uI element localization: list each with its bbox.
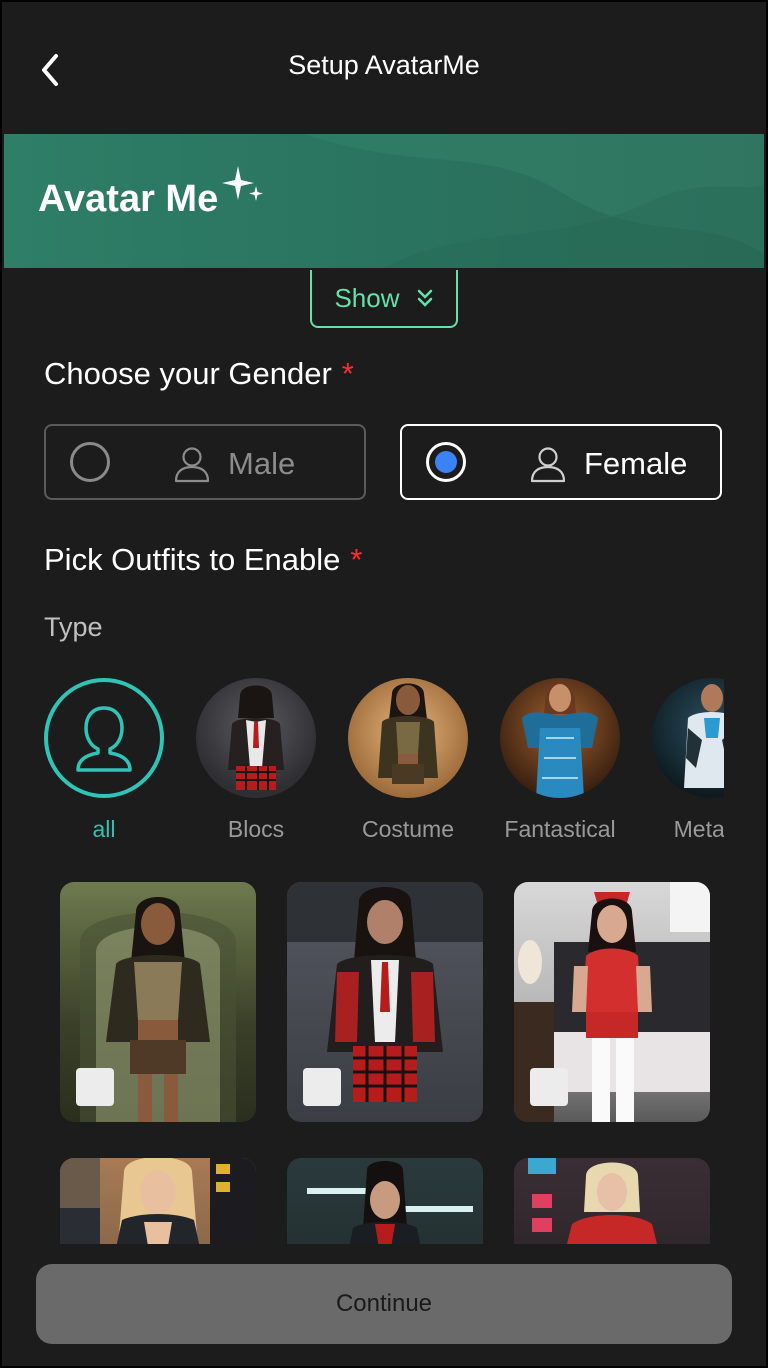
top-bar: Setup AvatarMe xyxy=(2,2,766,132)
outfits-label: Pick Outfits to Enable xyxy=(44,542,341,577)
type-costume-thumbnail xyxy=(348,678,468,798)
type-fantastical-label: Fantastical xyxy=(504,816,616,842)
outfit-figure-image xyxy=(522,683,598,798)
type-blocs[interactable]: Blocs xyxy=(186,674,326,843)
gender-option-male[interactable]: Male xyxy=(44,424,366,500)
required-mark: * xyxy=(341,356,354,391)
outfit-checkbox[interactable] xyxy=(530,1068,568,1106)
sparkle-icon xyxy=(222,166,263,201)
male-label: Male xyxy=(228,446,296,481)
type-costume-label: Costume xyxy=(361,816,455,842)
user-icon xyxy=(530,447,566,483)
type-fantastical-thumbnail xyxy=(500,678,620,798)
outfit-tile[interactable] xyxy=(287,882,483,1122)
outfit-checkbox[interactable] xyxy=(303,1068,341,1106)
outfit-grid xyxy=(2,882,766,1244)
banner-title: Avatar Me xyxy=(38,178,219,220)
outfit-figure-image xyxy=(228,685,284,790)
gender-option-female[interactable]: Female xyxy=(400,424,722,500)
double-chevron-down-icon xyxy=(417,289,432,307)
male-radio[interactable] xyxy=(70,442,110,482)
outfit-tile[interactable] xyxy=(60,882,256,1122)
female-label: Female xyxy=(584,446,688,481)
required-mark: * xyxy=(350,542,363,577)
type-label: Type xyxy=(44,612,103,642)
outfit-tile[interactable] xyxy=(514,882,710,1122)
type-metahu-label: Metahu xyxy=(673,816,724,842)
page-title: Setup AvatarMe xyxy=(288,50,480,80)
type-all-label: all xyxy=(92,816,116,842)
outfit-image xyxy=(528,1158,657,1244)
type-fantastical[interactable]: Fantastical xyxy=(490,674,630,843)
outfit-type-carousel[interactable]: all Blocs Costume Fantastical Meta xyxy=(2,674,724,854)
outfit-image xyxy=(60,1158,256,1244)
type-metahu[interactable]: Metahu xyxy=(642,674,724,843)
gender-section-title: Choose your Gender * xyxy=(44,356,354,392)
user-icon xyxy=(174,447,210,483)
continue-button[interactable]: Continue xyxy=(36,1264,732,1344)
gender-label: Choose your Gender xyxy=(44,356,332,391)
app-screen: Setup AvatarMe Avatar Me Show Choose you… xyxy=(0,0,768,1368)
show-toggle-button[interactable]: Show xyxy=(310,270,458,328)
type-costume[interactable]: Costume xyxy=(338,674,478,843)
outfit-tile[interactable] xyxy=(514,1158,710,1244)
female-radio[interactable] xyxy=(426,442,466,482)
outfit-tile[interactable] xyxy=(60,1158,256,1244)
type-all-circle xyxy=(44,678,164,798)
female-user-icon xyxy=(76,706,132,772)
outfit-image xyxy=(307,1161,473,1244)
type-blocs-label: Blocs xyxy=(227,816,285,842)
show-toggle-label: Show xyxy=(334,282,400,313)
outfit-tile[interactable] xyxy=(287,1158,483,1244)
type-all[interactable]: all xyxy=(34,674,174,843)
type-blocs-thumbnail xyxy=(196,678,316,798)
outfit-figure-image xyxy=(684,684,724,788)
outfit-checkbox[interactable] xyxy=(76,1068,114,1106)
type-metahu-thumbnail xyxy=(652,678,724,798)
outfit-figure-image xyxy=(378,683,438,784)
avatar-me-banner: Avatar Me xyxy=(4,134,764,268)
outfits-section-title: Pick Outfits to Enable * xyxy=(44,542,362,578)
